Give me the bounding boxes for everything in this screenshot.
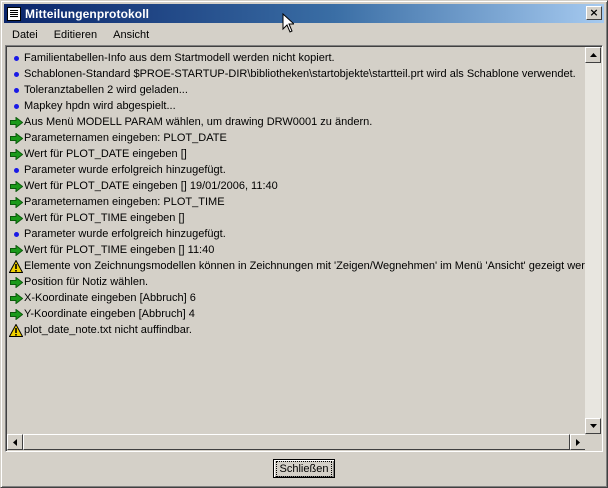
log-entry: Parameternamen eingeben: PLOT_TIME [9,194,587,210]
message-list-panel: Familientabellen-Info aus dem Startmodel… [5,45,603,452]
log-entry-text: plot_date_note.txt nicht auffindbar. [24,324,192,336]
mouse-pointer-icon [282,13,294,33]
title-bar[interactable]: Mitteilungenprotokoll × [4,4,604,23]
prompt-arrow-icon [9,131,23,145]
prompt-arrow-icon [9,179,23,193]
log-entry-text: Wert für PLOT_TIME eingeben [] [24,212,185,224]
log-entry-text: Parameternamen eingeben: PLOT_DATE [24,132,227,144]
vertical-scrollbar[interactable] [585,47,601,434]
close-dialog-label: Schließen [275,460,333,477]
message-list: Familientabellen-Info aus dem Startmodel… [9,50,587,434]
bullet-icon [9,163,23,177]
arrow-down-icon [589,424,597,428]
log-entry: plot_date_note.txt nicht auffindbar. [9,322,587,338]
scroll-right-button[interactable] [570,434,586,450]
scrollbar-corner [585,434,601,450]
menu-bar: Datei Editieren Ansicht [4,25,604,44]
log-entry: Mapkey hpdn wird abgespielt... [9,98,587,114]
arrow-up-icon [589,53,597,57]
menu-editieren[interactable]: Editieren [46,29,105,41]
close-dialog-button[interactable]: Schließen [273,459,335,478]
log-entry: Wert für PLOT_TIME eingeben [] [9,210,587,226]
close-button[interactable]: × [586,6,602,20]
prompt-arrow-icon [9,291,23,305]
log-entry-text: Elemente von Zeichnungsmodellen können i… [24,260,587,272]
log-entry: Position für Notiz wählen. [9,274,587,290]
log-entry-text: Toleranztabellen 2 wird geladen... [24,84,188,96]
log-entry: Aus Menü MODELL PARAM wählen, um drawing… [9,114,587,130]
log-entry-text: Parameter wurde erfolgreich hinzugefügt. [24,164,226,176]
log-entry: Schablonen-Standard $PROE-STARTUP-DIR\bi… [9,66,587,82]
prompt-arrow-icon [9,307,23,321]
log-entry: Parameter wurde erfolgreich hinzugefügt. [9,162,587,178]
log-entry: Wert für PLOT_DATE eingeben [] 19/01/200… [9,178,587,194]
log-entry-text: Parameter wurde erfolgreich hinzugefügt. [24,228,226,240]
menu-ansicht[interactable]: Ansicht [105,29,157,41]
log-entry-text: Mapkey hpdn wird abgespielt... [24,100,176,112]
scroll-down-button[interactable] [585,418,601,434]
bullet-icon [9,67,23,81]
log-entry-text: Familientabellen-Info aus dem Startmodel… [24,52,335,64]
prompt-arrow-icon [9,243,23,257]
log-entry-text: X-Koordinate eingeben [Abbruch] 6 [24,292,196,304]
window-title: Mitteilungenprotokoll [25,6,150,21]
log-entry-text: Wert für PLOT_DATE eingeben [] [24,148,187,160]
log-entry-text: Wert für PLOT_TIME eingeben [] 11:40 [24,244,215,256]
log-entry: Toleranztabellen 2 wird geladen... [9,82,587,98]
scroll-left-button[interactable] [7,434,23,450]
prompt-arrow-icon [9,195,23,209]
bullet-icon [9,51,23,65]
horizontal-scroll-thumb[interactable] [23,434,570,450]
bullet-icon [9,99,23,113]
prompt-arrow-icon [9,147,23,161]
bullet-icon [9,227,23,241]
bullet-icon [9,83,23,97]
log-entry-text: Aus Menü MODELL PARAM wählen, um drawing… [24,116,373,128]
horizontal-scrollbar[interactable] [7,434,586,450]
prompt-arrow-icon [9,115,23,129]
log-entry: Y-Koordinate eingeben [Abbruch] 4 [9,306,587,322]
warning-icon [9,323,23,337]
log-entry-text: Wert für PLOT_DATE eingeben [] 19/01/200… [24,180,278,192]
arrow-right-icon [576,438,580,446]
log-entry-text: Schablonen-Standard $PROE-STARTUP-DIR\bi… [24,68,576,80]
log-entry: X-Koordinate eingeben [Abbruch] 6 [9,290,587,306]
prompt-arrow-icon [9,275,23,289]
menu-datei[interactable]: Datei [4,29,46,41]
arrow-left-icon [13,438,17,446]
log-entry: Wert für PLOT_DATE eingeben [] [9,146,587,162]
log-entry: Elemente von Zeichnungsmodellen können i… [9,258,587,274]
prompt-arrow-icon [9,211,23,225]
log-entry-text: Y-Koordinate eingeben [Abbruch] 4 [24,308,195,320]
warning-icon [9,259,23,273]
log-entry-text: Position für Notiz wählen. [24,276,149,288]
message-log-window: Mitteilungenprotokoll × Datei Editieren … [0,0,608,488]
scroll-up-button[interactable] [585,47,601,63]
log-entry: Wert für PLOT_TIME eingeben [] 11:40 [9,242,587,258]
window-icon [7,6,21,21]
log-entry: Parameternamen eingeben: PLOT_DATE [9,130,587,146]
log-entry-text: Parameternamen eingeben: PLOT_TIME [24,196,225,208]
log-entry: Parameter wurde erfolgreich hinzugefügt. [9,226,587,242]
log-entry: Familientabellen-Info aus dem Startmodel… [9,50,587,66]
